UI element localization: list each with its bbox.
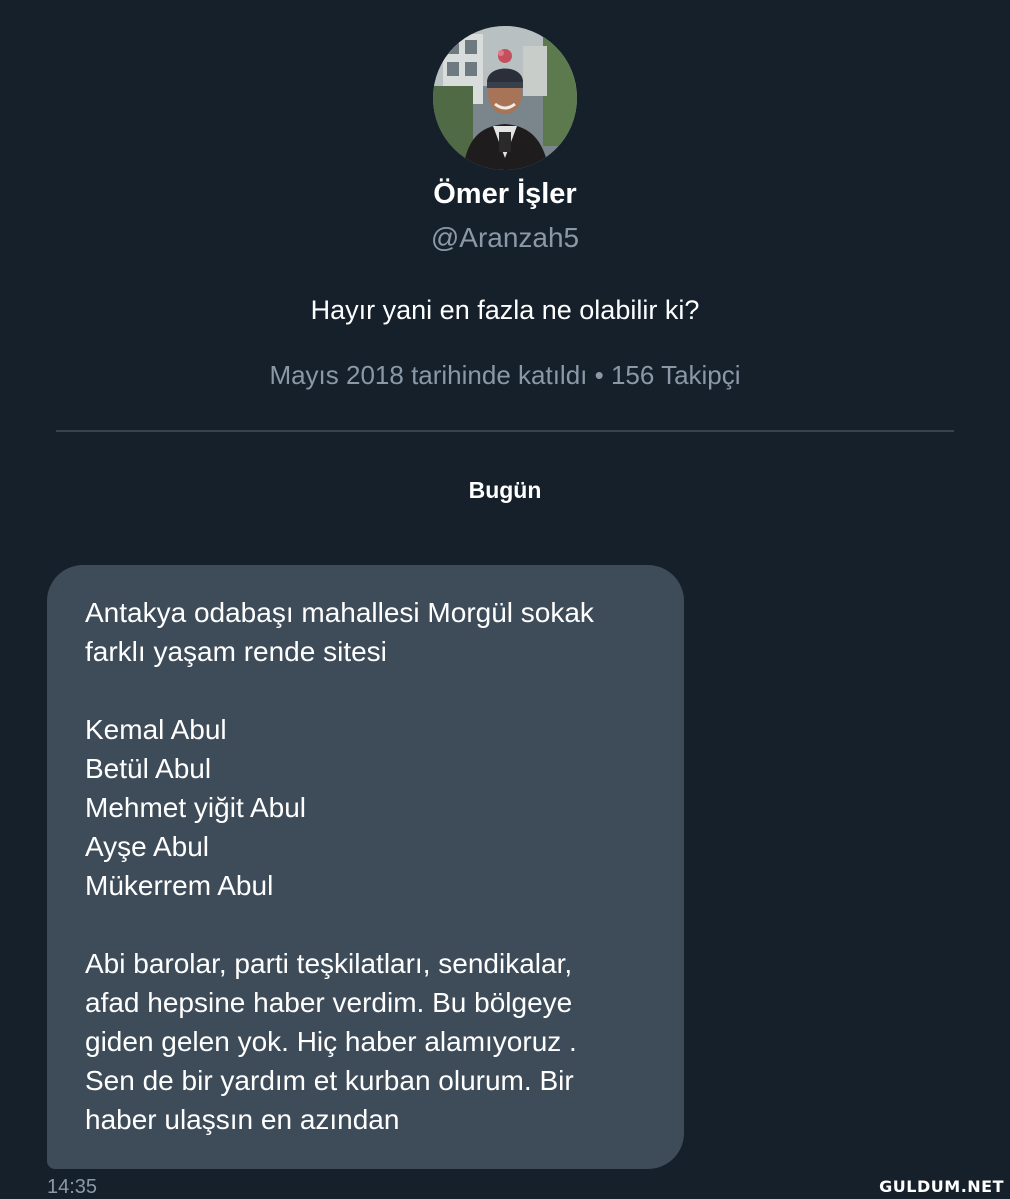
profile-photo <box>433 26 577 170</box>
message-line: Abi barolar, parti teşkilatları, sendika… <box>85 948 573 979</box>
message-line: Mükerrem Abul <box>85 870 274 901</box>
message-line: Mehmet yiğit Abul <box>85 792 306 823</box>
message-line: Betül Abul <box>85 753 212 784</box>
message-line: Antakya odabaşı mahallesi Morgül sokak <box>85 597 594 628</box>
profile-bio: Hayır yani en fazla ne olabilir ki? <box>310 295 700 325</box>
divider <box>56 430 954 432</box>
profile-display-name[interactable]: Ömer İşler <box>0 178 1010 211</box>
message-line: Ayşe Abul <box>85 831 210 862</box>
profile-handle: @Aranzah5 <box>430 222 580 253</box>
watermark: GULDUM.NET <box>879 1177 1004 1196</box>
message-timestamp: 14:35 <box>47 1176 98 1198</box>
message-line: Kemal Abul <box>85 714 227 745</box>
date-separator: Bugün <box>468 477 542 503</box>
dm-conversation-screen: Ömer İşler @Aranzah5 Hayır yani en fazla… <box>0 0 1010 1199</box>
message-line: farklı yaşam rende sitesi <box>85 636 387 667</box>
message-line: haber ulaşsın en azından <box>85 1104 400 1135</box>
message-line: Sen de bir yardım et kurban olurum. Bir <box>85 1065 574 1096</box>
message-line: giden gelen yok. Hiç haber alamıyoruz . <box>85 1026 577 1057</box>
avatar[interactable] <box>433 26 577 170</box>
profile-meta: Mayıs 2018 tarihinde katıldı • 156 Takip… <box>269 360 741 390</box>
message-line: afad hepsine haber verdim. Bu bölgeye <box>85 987 573 1018</box>
message-bubble[interactable]: Antakya odabaşı mahallesi Morgül sokak f… <box>47 565 684 1169</box>
